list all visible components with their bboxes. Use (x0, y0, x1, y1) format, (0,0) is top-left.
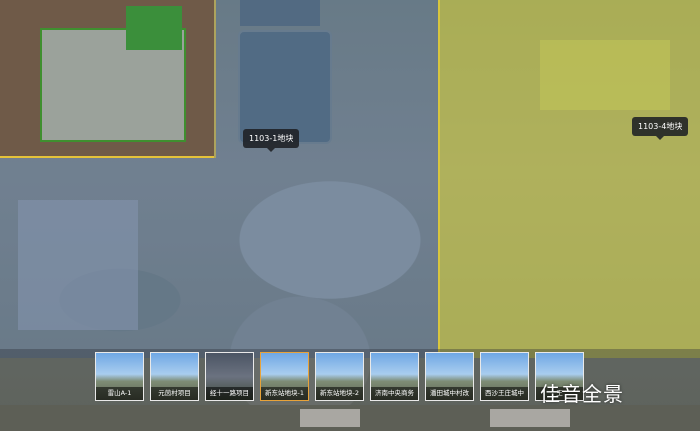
scene-thumb[interactable]: 雷山A-1 (95, 352, 144, 401)
scene-thumb[interactable]: 新东站地块-2 (315, 352, 364, 401)
parcel-left-building (126, 6, 182, 50)
scene-thumb[interactable]: 经十一路项目 (205, 352, 254, 401)
rooftop (490, 409, 570, 427)
scene-thumb-label: 西沙王庄城中 (481, 387, 528, 400)
scene-thumb[interactable]: 潘田城中村改 (425, 352, 474, 401)
scene-thumb-label: 雷山A-1 (96, 387, 143, 400)
marker-1103-1[interactable]: 1103-1地块 (243, 129, 300, 152)
marker-1103-4[interactable]: 1103-4地块 (632, 117, 689, 140)
scene-thumb-label: 新东站地块-2 (316, 387, 363, 400)
scene-thumb-label: 经十一路项目 (206, 387, 253, 400)
parcel-1103-1-zone[interactable] (0, 158, 438, 358)
scene-thumb-label: 元茵村项目 (151, 387, 198, 400)
scene-thumbnails: 雷山A-1 元茵村项目 经十一路项目 新东站地块-1 新东站地块-2 济南中央商… (95, 352, 584, 401)
rooftop (300, 409, 360, 427)
scene-thumb-active[interactable]: 新东站地块-1 (260, 352, 309, 401)
scene-thumb-label: 潘田城中村改 (426, 387, 473, 400)
ground-foreground (0, 405, 700, 431)
scene-thumb-label: 济南中央商务 (371, 387, 418, 400)
scene-thumb-label: 新东站地块-1 (261, 387, 308, 400)
brand-logo: 佳音全景 (540, 382, 624, 406)
scene-thumb[interactable]: 元茵村项目 (150, 352, 199, 401)
scene-thumb[interactable]: 西沙王庄城中 (480, 352, 529, 401)
parcel-1103-4-zone[interactable] (438, 0, 700, 358)
parcel-left[interactable] (0, 0, 216, 158)
scene-thumb[interactable]: 济南中央商务 (370, 352, 419, 401)
